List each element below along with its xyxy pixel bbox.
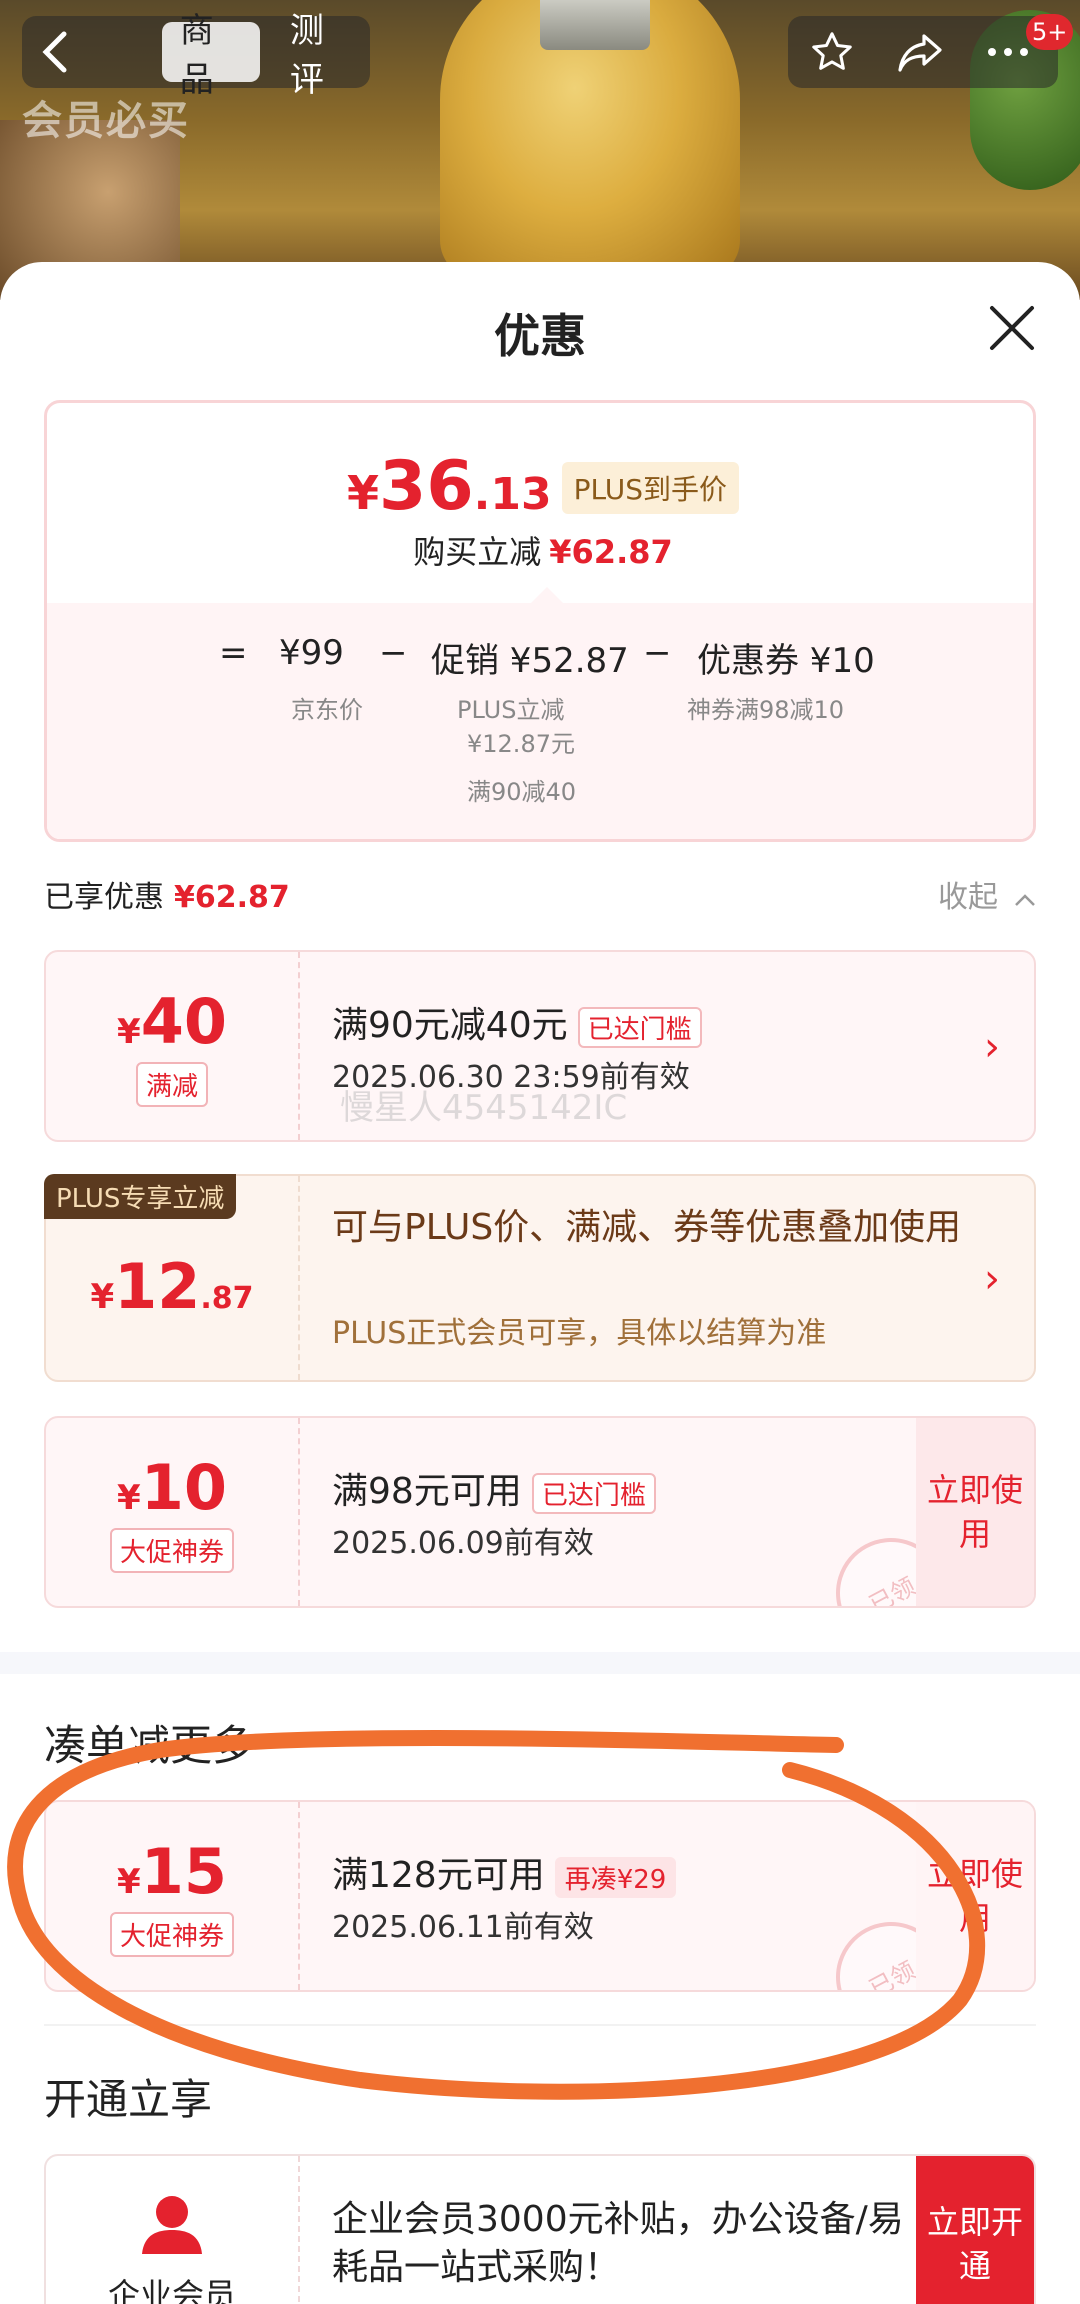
user-icon	[142, 2196, 202, 2254]
threshold-tag: 已达门槛	[577, 1006, 702, 1048]
chevron-right-icon: ›	[984, 1024, 1000, 1070]
final-price: ¥36.13	[347, 447, 552, 526]
coupon-decimal: .87	[200, 1280, 254, 1316]
promo-sub-1: PLUS立减	[457, 696, 565, 724]
coupon-amount-block: ¥15 大促神券	[46, 1802, 300, 1990]
coupon-amount: ¥40	[117, 985, 227, 1058]
use-now-button[interactable]: 立即使用	[916, 1418, 1034, 1606]
formula-promo: 促销 ¥52.87	[431, 641, 629, 681]
coupon-type-label: 大促神券	[109, 1528, 234, 1573]
more-dots-icon	[988, 48, 1028, 56]
price-formula: = ¥99 − 促销 ¥52.87 − 优惠券 ¥10	[47, 633, 1033, 693]
coupon-validity: 2025.06.09前有效	[332, 1526, 594, 1561]
coupon-value: 15	[140, 1835, 227, 1908]
star-icon	[812, 32, 852, 70]
coupon-type-label: 满减	[135, 1062, 208, 1107]
chevron-up-icon	[1014, 894, 1035, 906]
coupon-value: 12	[114, 1249, 201, 1323]
plus-exclusive-label: PLUS专享立减	[44, 1174, 237, 1219]
sheet-title: 优惠	[494, 309, 586, 363]
collapse-button[interactable]: 收起	[938, 872, 1036, 916]
plus-description: 可与PLUS价、满减、券等优惠叠加使用	[332, 1207, 962, 1248]
formula-equals: =	[219, 633, 248, 673]
chevron-right-icon: ›	[984, 1256, 1000, 1302]
open-section-title: 开通立享	[44, 2075, 213, 2124]
formula-minus-1: −	[379, 633, 408, 673]
enterprise-member-card[interactable]: 企业会员 企业会员3000元补贴，办公设备/易耗品一站式采购！ 立即开通	[44, 2154, 1036, 2304]
price-breakdown: = ¥99 − 促销 ¥52.87 − 优惠券 ¥10 京东价 PLUS立减 ¥…	[47, 603, 1033, 839]
open-now-button[interactable]: 立即开通	[916, 2156, 1034, 2304]
coupon-title-row: 满98元可用 已达门槛	[332, 1462, 656, 1514]
coupon-title-row: 满90元减40元 已达门槛	[332, 996, 702, 1048]
coupon-validity: 2025.06.11前有效	[332, 1910, 594, 1945]
formula-coupon: 优惠券 ¥10	[697, 641, 875, 681]
chevron-left-icon	[42, 31, 67, 73]
final-price-row: ¥36.13 PLUS到手价	[47, 447, 1033, 526]
section-divider	[0, 1652, 1080, 1674]
coupon-amount-block: ¥40 满减	[46, 952, 300, 1140]
formula-base: ¥99	[279, 633, 344, 673]
promo-sub-2: ¥12.87元	[467, 730, 575, 758]
notification-badge: 5+	[1026, 14, 1074, 50]
enterprise-label: 企业会员	[107, 2276, 236, 2304]
reduce-label: 购买立减	[413, 533, 542, 571]
share-icon	[898, 34, 942, 72]
coupon-currency: ¥	[117, 1862, 141, 1902]
threshold-tag: 已达门槛	[531, 1472, 656, 1514]
coupon-amount: ¥12.87	[90, 1250, 253, 1323]
promo-sub-3: 满90减40	[467, 778, 577, 806]
plus-price-tag: PLUS到手价	[561, 462, 739, 514]
enjoyed-amount: ¥62.87	[174, 880, 290, 915]
bottle-cap-decoration	[540, 0, 650, 50]
coupon-amount: ¥10	[117, 1451, 227, 1524]
reduce-row: 购买立减 ¥62.87	[47, 527, 1033, 573]
enterprise-description: 企业会员3000元补贴，办公设备/易耗品一站式采购！	[332, 2199, 904, 2288]
watermark: 慢星人4545142IC	[340, 1088, 628, 1128]
member-badge: 会员必买	[22, 98, 190, 144]
tab-product[interactable]: 商品	[161, 11, 260, 100]
coupon-title: 满128元可用	[332, 1855, 545, 1896]
collapse-label: 收起	[938, 880, 998, 915]
price-integer: 36	[379, 447, 474, 526]
share-button[interactable]	[876, 16, 964, 88]
coupon-amount: ¥15	[117, 1835, 227, 1908]
coupon-card-promo-10: ¥10 大促神券 满98元可用 已达门槛 2025.06.09前有效 已领 立即使…	[44, 1416, 1036, 1608]
back-button[interactable]	[22, 16, 88, 88]
coupon-title: 满98元可用	[332, 1471, 522, 1512]
coupon-value: 40	[140, 985, 227, 1058]
price-decimal: .13	[473, 469, 552, 520]
coupon-currency: ¥	[117, 1012, 141, 1052]
close-icon	[990, 306, 1034, 350]
price-summary-card: ¥36.13 PLUS到手价 购买立减 ¥62.87 = ¥99 − 促销 ¥52…	[44, 400, 1036, 842]
use-now-button[interactable]: 立即使用	[916, 1802, 1034, 1990]
pointer-triangle	[531, 587, 563, 603]
top-nav-left: 商品 测评	[22, 11, 370, 100]
tab-review[interactable]: 测评	[272, 11, 370, 100]
price-currency: ¥	[347, 466, 380, 520]
enterprise-icon-block: 企业会员	[46, 2156, 300, 2304]
coupon-card-promo-15: ¥15 大促神券 满128元可用 再凑¥29 2025.06.11前有效 已领 立…	[44, 1800, 1036, 1992]
coupon-value: 10	[140, 1451, 227, 1524]
coupon-currency: ¥	[117, 1478, 141, 1518]
enjoyed-discount-row: 已享优惠 ¥62.87	[44, 872, 290, 916]
separator	[44, 2024, 1036, 2026]
reduce-amount: ¥62.87	[549, 533, 673, 571]
coupon-amount-block: ¥10 大促神券	[46, 1418, 300, 1606]
formula-minus-2: −	[643, 633, 672, 673]
enjoyed-label: 已享优惠	[44, 880, 164, 915]
coupon-sub-label: 神券满98减10	[687, 696, 845, 724]
coupon-title: 满90元减40元	[332, 1005, 568, 1046]
base-sub-label: 京东价	[291, 696, 363, 724]
coupon-currency: ¥	[90, 1276, 115, 1317]
coupon-type-label: 大促神券	[109, 1912, 234, 1957]
top-nav-right	[788, 16, 1058, 88]
more-section-title: 凑单减更多	[44, 1721, 255, 1770]
close-button[interactable]	[984, 300, 1040, 356]
favorite-button[interactable]	[788, 16, 876, 88]
coupon-title-row: 满128元可用 再凑¥29	[332, 1846, 677, 1898]
plus-note: PLUS正式会员可享，具体以结算为准	[332, 1316, 827, 1351]
add-more-tag: 再凑¥29	[554, 1856, 677, 1898]
